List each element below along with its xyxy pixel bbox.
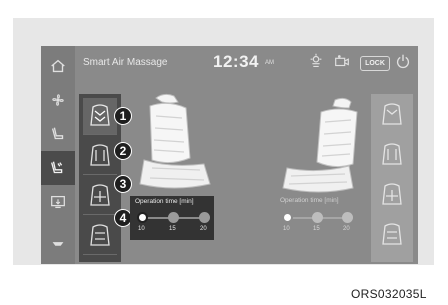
right-time-option-10[interactable] [282,212,293,223]
time-tick-20: 20 [200,226,207,232]
massage-seat-icon [51,161,63,174]
passenger-seat-illustration [282,97,358,193]
time-option-20[interactable] [199,212,210,223]
figure-code: ORS032035L [351,287,427,301]
massage-mode-3-button[interactable] [83,178,117,215]
lock-button[interactable]: LOCK [360,56,390,71]
sidebar-item-more[interactable] [41,226,75,260]
screen-icon [51,195,65,209]
sidebar-item-home[interactable] [41,49,75,83]
power-icon[interactable] [394,52,412,70]
massage-pattern-2-icon [90,144,110,166]
time-tick-10: 10 [138,226,145,232]
massage-mode-2-button[interactable] [83,138,117,175]
climate-icon[interactable] [307,52,325,70]
more-icon [52,242,64,246]
sidebar-item-seat-heat[interactable] [41,117,75,151]
right-time-tick-20: 20 [343,226,350,232]
operation-time-label: Operation time [min] [135,198,194,205]
sidebar-item-massage[interactable] [41,151,75,185]
camera-icon[interactable] [333,52,351,70]
right-massage-mode-panel [371,94,413,262]
right-operation-time-label: Operation time [min] [280,197,339,204]
page-title: Smart Air Massage [83,57,168,68]
massage-pattern-1-icon [90,104,110,126]
right-massage-pattern-1-icon[interactable] [377,100,407,130]
right-time-option-20[interactable] [342,212,353,223]
seat-icon [51,127,64,140]
right-time-option-15[interactable] [312,212,323,223]
sidebar-item-screen[interactable] [41,185,75,219]
time-tick-15: 15 [169,226,176,232]
sidebar-item-fan[interactable] [41,83,75,117]
massage-mode-1-button[interactable] [83,98,117,135]
operation-time-selector: Operation time [min] 10 15 20 [130,196,214,240]
infotainment-screen: Smart Air Massage 12:34 AM LOCK 1 2 3 4 … [41,46,418,264]
right-massage-pattern-4-icon[interactable] [377,220,407,250]
time-option-10[interactable] [137,212,148,223]
clock-time: 12:34 [213,52,259,71]
right-massage-pattern-2-icon[interactable] [377,140,407,170]
clock-ampm: AM [265,60,274,66]
massage-mode-4-button[interactable] [83,218,117,255]
fan-icon [52,94,64,106]
right-massage-pattern-3-icon[interactable] [377,180,407,210]
home-icon [51,59,65,73]
driver-seat-illustration [139,93,211,189]
time-option-15[interactable] [168,212,179,223]
right-time-tick-10: 10 [283,226,290,232]
sidebar [41,46,75,264]
massage-pattern-4-icon [90,224,110,246]
massage-pattern-3-icon [90,184,110,206]
right-time-tick-15: 15 [313,226,320,232]
